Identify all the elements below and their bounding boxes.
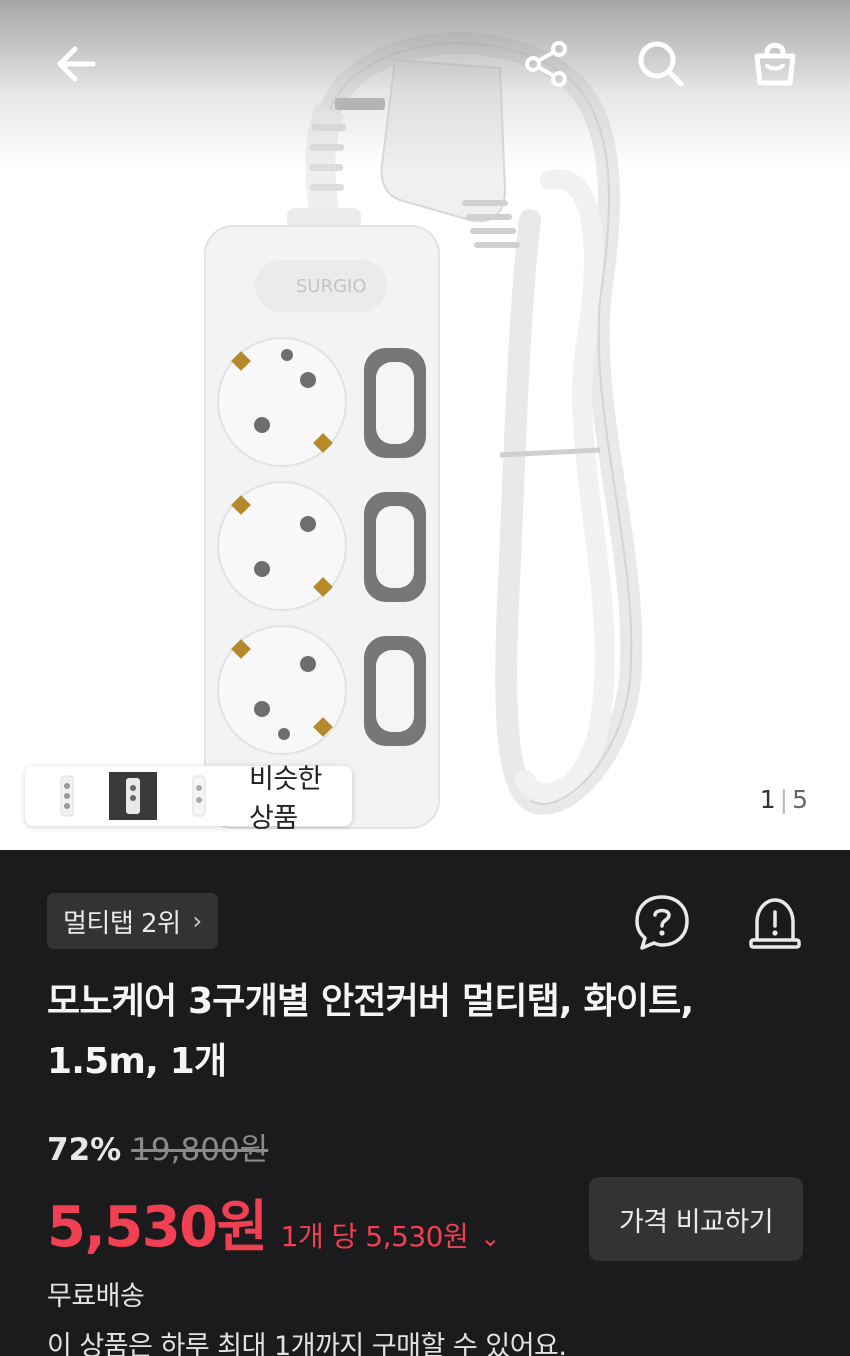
- chevron-down-icon[interactable]: ⌄: [480, 1224, 500, 1252]
- pager-separator: |: [779, 785, 789, 814]
- share-button[interactable]: [510, 28, 582, 100]
- search-icon: [638, 41, 684, 87]
- price-compare-button[interactable]: 가격 비교하기: [589, 1177, 803, 1261]
- original-price: 19,800원: [131, 1132, 269, 1168]
- similar-products-button[interactable]: 비슷한 상품: [25, 764, 352, 834]
- product-title: 모노케어 3구개별 안전커버 멀티탭, 화이트, 1.5m, 1개: [47, 972, 747, 1092]
- shipping-info: 무료배송: [47, 1281, 145, 1312]
- discount-rate: 72%: [47, 1132, 122, 1168]
- similar-product-thumbnail: [109, 772, 157, 820]
- product-title-line: 1.5m, 1개: [47, 1041, 227, 1082]
- chevron-right-icon: ›: [192, 907, 203, 935]
- similar-product-thumbnail: [43, 772, 91, 820]
- search-button[interactable]: [625, 28, 697, 100]
- product-image-gallery[interactable]: SURGIO 비슷한 상품 1 | 5: [0, 0, 850, 850]
- product-info-section: 멀티탭 2위 › 모노케어 3구개별 안전커버 멀티탭, 화이트, 1.5m, …: [0, 850, 850, 1356]
- top-gradient-overlay: [0, 0, 850, 170]
- image-pager: 1 | 5: [760, 785, 808, 814]
- price-row: 5,530원 1개 당 5,530원 ⌄: [47, 1182, 500, 1263]
- siren-alert-icon: [749, 898, 801, 949]
- back-button[interactable]: [40, 28, 112, 100]
- similar-product-thumbnail: [175, 772, 223, 820]
- share-icon: [525, 41, 567, 87]
- category-rank-badge[interactable]: 멀티탭 2위 ›: [47, 893, 218, 949]
- product-title-line: 모노케어 3구개별 안전커버 멀티탭, 화이트,: [47, 981, 694, 1022]
- arrow-left-icon: [57, 46, 96, 82]
- cart-button[interactable]: [739, 28, 811, 100]
- rank-label: 멀티탭 2위: [63, 908, 181, 939]
- discount-row: 72% 19,800원: [47, 1124, 268, 1169]
- shopping-bag-icon: [754, 42, 796, 86]
- question-bubble-icon: [635, 895, 689, 950]
- sale-price: 5,530원: [47, 1195, 268, 1260]
- report-button[interactable]: [744, 891, 806, 953]
- svg-text:SURGIO: SURGIO: [296, 276, 367, 297]
- purchase-limit-notice: 이 상품은 하루 최대 1개까지 구매할 수 있어요.: [47, 1331, 567, 1356]
- similar-products-label: 비슷한 상품: [249, 764, 323, 834]
- unit-price[interactable]: 1개 당 5,530원: [281, 1215, 469, 1255]
- pager-current: 1: [759, 785, 776, 814]
- product-inquiry-button[interactable]: [631, 891, 693, 953]
- pager-total: 5: [792, 785, 808, 814]
